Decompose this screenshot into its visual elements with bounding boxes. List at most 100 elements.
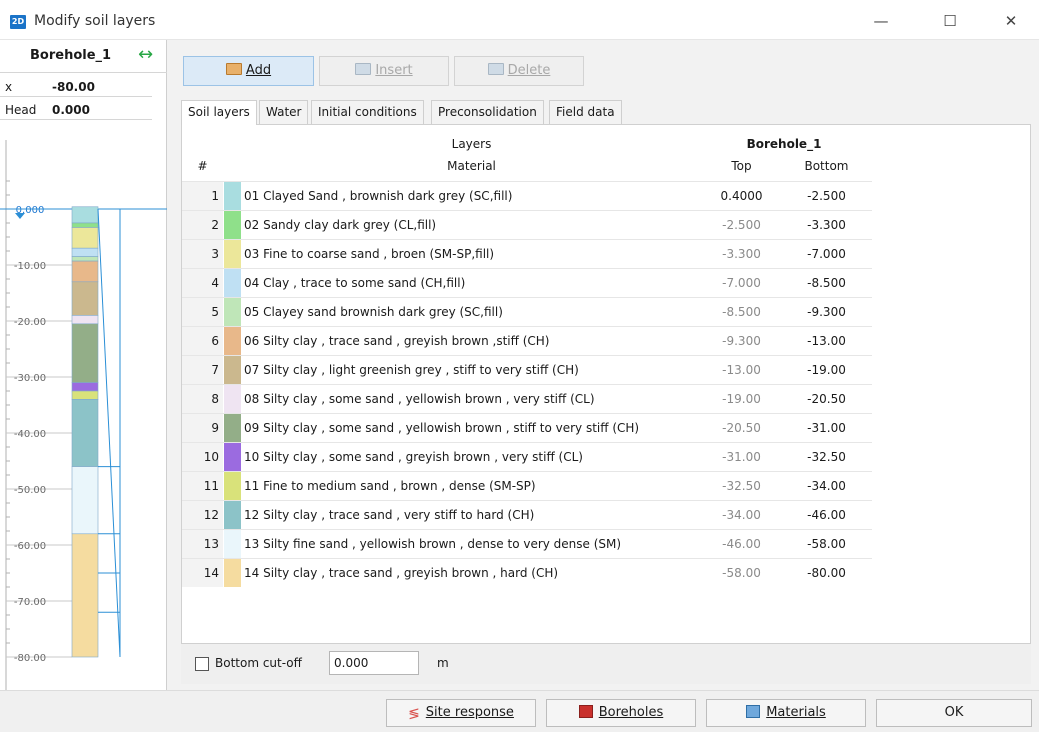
prop-value-x[interactable]: -80.00 (52, 80, 95, 94)
swap-arrows-icon[interactable]: ↔ (138, 46, 160, 64)
insert-layer-icon (355, 63, 372, 75)
material-cell[interactable]: 10 Silty clay , some sand , greyish brow… (244, 443, 699, 471)
layer-color-swatch[interactable] (224, 240, 241, 268)
material-cell[interactable]: 12 Silty clay , trace sand , very stiff … (244, 501, 699, 529)
material-cell[interactable]: 08 Silty clay , some sand , yellowish br… (244, 385, 699, 413)
material-cell[interactable]: 06 Silty clay , trace sand , greyish bro… (244, 327, 699, 355)
layer-color-swatch[interactable] (224, 182, 241, 210)
table-row[interactable]: 9 09 Silty clay , some sand , yellowish b… (182, 413, 872, 442)
layer-color-swatch[interactable] (224, 298, 241, 326)
borehole-layer-segment[interactable] (71, 260, 99, 283)
borehole-layer-segment[interactable] (71, 222, 99, 228)
borehole-name[interactable]: Borehole_1 (30, 48, 111, 63)
tab-water[interactable]: Water (259, 100, 309, 124)
bottom-cell[interactable]: -80.00 (784, 559, 869, 587)
bottom-cell[interactable]: -13.00 (784, 327, 869, 355)
material-cell[interactable]: 11 Fine to medium sand , brown , dense (… (244, 472, 699, 500)
site-response-button[interactable]: ≶ Site response (386, 699, 536, 727)
borehole-layer-segment[interactable] (71, 281, 99, 316)
borehole-column-graphic: 0.000-10.00-20.00-30.00-40.00-50.00-60.0… (0, 140, 167, 690)
borehole-layer-segment[interactable] (71, 256, 99, 262)
boreholes-button[interactable]: Boreholes (546, 699, 696, 727)
grid-header-group: Layers Borehole_1 (182, 133, 872, 155)
layer-color-swatch[interactable] (224, 501, 241, 529)
table-row[interactable]: 7 07 Silty clay , light greenish grey , s… (182, 355, 872, 384)
material-cell[interactable]: 04 Clay , trace to some sand (CH,fill) (244, 269, 699, 297)
layer-color-swatch[interactable] (224, 269, 241, 297)
row-number: 8 (182, 385, 223, 413)
maximize-button[interactable]: ☐ (935, 10, 965, 32)
bottom-cell[interactable]: -20.50 (784, 385, 869, 413)
borehole-layer-segment[interactable] (71, 390, 99, 400)
table-row[interactable]: 4 04 Clay , trace to some sand (CH,fill) -… (182, 268, 872, 297)
table-row[interactable]: 10 10 Silty clay , some sand , greyish br… (182, 442, 872, 471)
material-cell[interactable]: 09 Silty clay , some sand , yellowish br… (244, 414, 699, 442)
depth-tick-label: -10.00 (14, 261, 46, 272)
material-cell[interactable]: 05 Clayey sand brownish dark grey (SC,fi… (244, 298, 699, 326)
material-cell[interactable]: 02 Sandy clay dark grey (CL,fill) (244, 211, 699, 239)
top-cell[interactable]: 0.4000 (699, 182, 784, 210)
material-cell[interactable]: 14 Silty clay , trace sand , greyish bro… (244, 559, 699, 587)
materials-button[interactable]: Materials (706, 699, 866, 727)
layer-color-swatch[interactable] (224, 472, 241, 500)
add-button[interactable]: Add (183, 56, 314, 86)
tab-soil-layers[interactable]: Soil layers (181, 100, 257, 125)
layer-color-swatch[interactable] (224, 414, 241, 442)
table-row[interactable]: 11 11 Fine to medium sand , brown , dense… (182, 471, 872, 500)
tab-field-data[interactable]: Field data (549, 100, 622, 124)
borehole-layer-segment[interactable] (71, 227, 99, 249)
close-button[interactable]: ✕ (996, 10, 1026, 32)
ok-button[interactable]: OK (876, 699, 1032, 727)
prop-value-head[interactable]: 0.000 (52, 103, 90, 117)
bottom-cell[interactable]: -3.300 (784, 211, 869, 239)
material-cell[interactable]: 07 Silty clay , light greenish grey , st… (244, 356, 699, 384)
layer-color-swatch[interactable] (224, 385, 241, 413)
bottom-cell[interactable]: -46.00 (784, 501, 869, 529)
material-cell[interactable]: 03 Fine to coarse sand , broen (SM-SP,fi… (244, 240, 699, 268)
bottom-cell[interactable]: -34.00 (784, 472, 869, 500)
borehole-layer-segment[interactable] (71, 399, 99, 467)
borehole-layer-segment[interactable] (71, 533, 99, 658)
layer-color-swatch[interactable] (224, 356, 241, 384)
table-row[interactable]: 5 05 Clayey sand brownish dark grey (SC,f… (182, 297, 872, 326)
layer-color-swatch[interactable] (224, 530, 241, 558)
borehole-layer-segment[interactable] (71, 247, 99, 257)
bottom-cell[interactable]: -2.500 (784, 182, 869, 210)
layer-color-swatch[interactable] (224, 327, 241, 355)
bottom-cell[interactable]: -7.000 (784, 240, 869, 268)
borehole-layer-segment[interactable] (71, 323, 99, 383)
table-row[interactable]: 6 06 Silty clay , trace sand , greyish br… (182, 326, 872, 355)
bottom-cutoff-input[interactable]: 0.000 (329, 651, 419, 675)
bottom-cell[interactable]: -8.500 (784, 269, 869, 297)
tab-initial-conditions[interactable]: Initial conditions (311, 100, 424, 124)
delete-button[interactable]: Delete (454, 56, 584, 86)
table-row[interactable]: 3 03 Fine to coarse sand , broen (SM-SP,f… (182, 239, 872, 268)
bottom-cell[interactable]: -9.300 (784, 298, 869, 326)
borehole-layer-segment[interactable] (71, 206, 99, 224)
tab-preconsolidation[interactable]: Preconsolidation (431, 100, 544, 124)
bottom-cell[interactable]: -31.00 (784, 414, 869, 442)
table-row[interactable]: 1 01 Clayed Sand , brownish dark grey (SC… (182, 181, 872, 210)
borehole-layer-segment[interactable] (71, 382, 99, 392)
bottom-cell[interactable]: -19.00 (784, 356, 869, 384)
material-cell[interactable]: 01 Clayed Sand , brownish dark grey (SC,… (244, 182, 699, 210)
table-row[interactable]: 13 13 Silty fine sand , yellowish brown ,… (182, 529, 872, 558)
borehole-layer-segment[interactable] (71, 315, 99, 325)
bottom-cutoff-checkbox[interactable] (195, 657, 209, 671)
insert-button[interactable]: Insert (319, 56, 449, 86)
layer-color-swatch[interactable] (224, 211, 241, 239)
table-row[interactable]: 12 12 Silty clay , trace sand , very stif… (182, 500, 872, 529)
table-row[interactable]: 8 08 Silty clay , some sand , yellowish b… (182, 384, 872, 413)
layer-color-swatch[interactable] (224, 443, 241, 471)
bottom-cell[interactable]: -58.00 (784, 530, 869, 558)
layer-color-swatch[interactable] (224, 559, 241, 587)
table-row[interactable]: 2 02 Sandy clay dark grey (CL,fill) -2.500… (182, 210, 872, 239)
window-title: Modify soil layers (34, 13, 156, 29)
bottom-cell[interactable]: -32.50 (784, 443, 869, 471)
borehole-layer-segment[interactable] (71, 466, 99, 535)
table-row[interactable]: 14 14 Silty clay , trace sand , greyish b… (182, 558, 872, 587)
prop-key: Head (5, 103, 37, 117)
minimize-button[interactable]: — (866, 10, 896, 32)
material-cell[interactable]: 13 Silty fine sand , yellowish brown , d… (244, 530, 699, 558)
add-layer-icon (225, 63, 242, 75)
